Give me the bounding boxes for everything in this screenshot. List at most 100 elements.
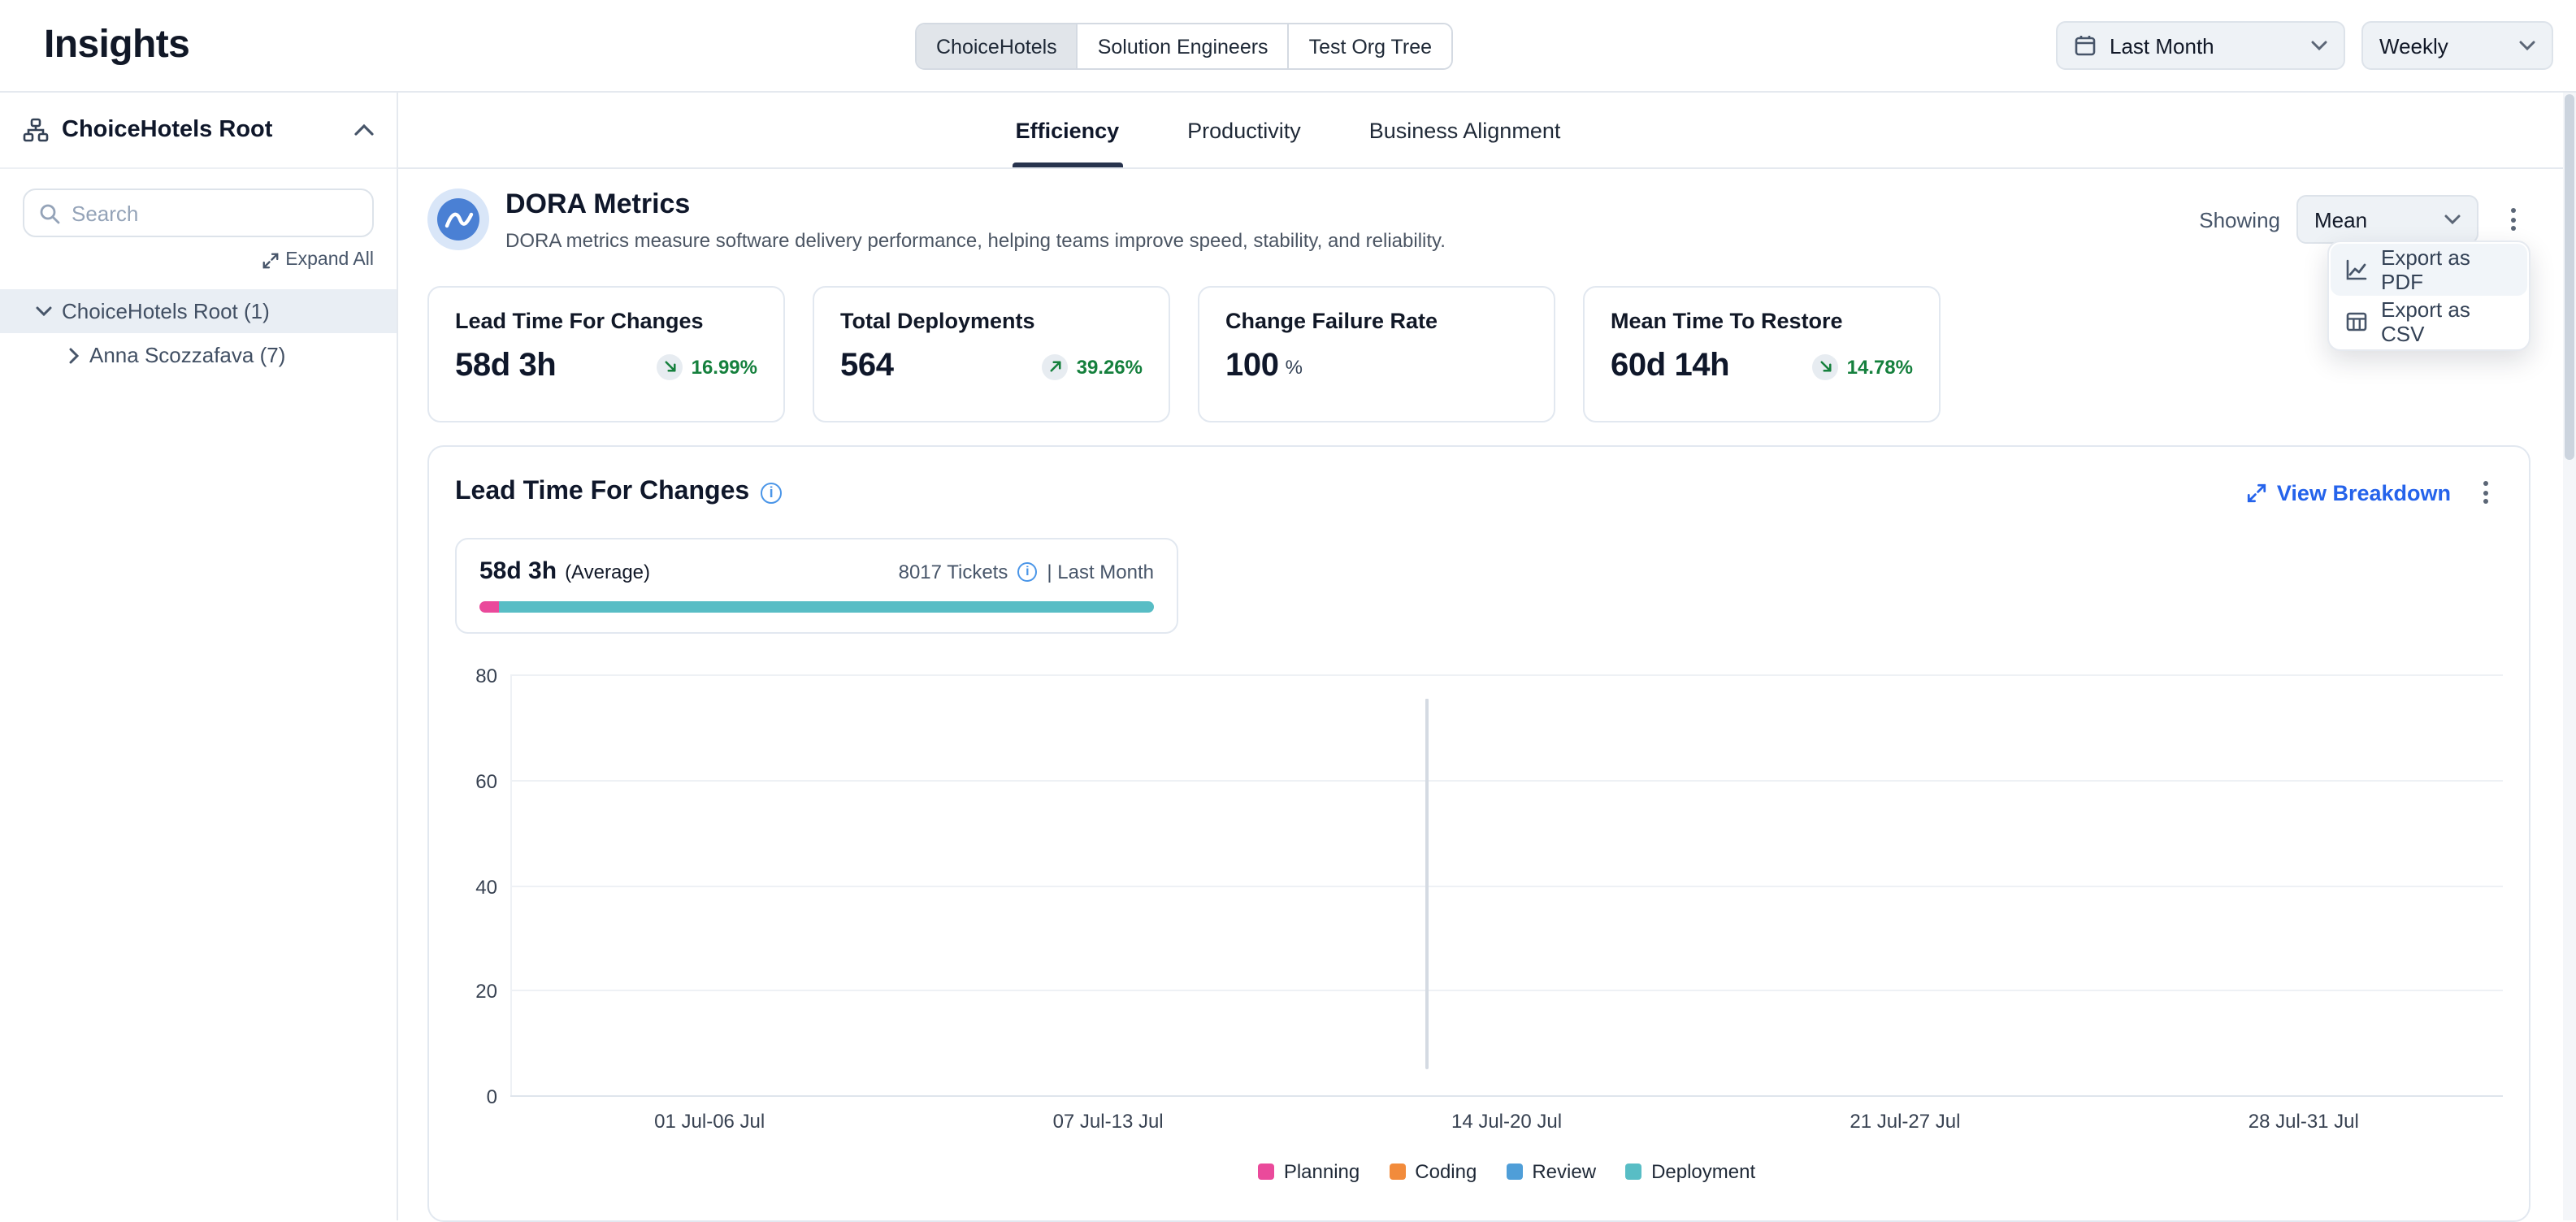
metric-card-title: Total Deployments (840, 309, 1143, 333)
tab-efficiency[interactable]: Efficiency (1013, 93, 1123, 167)
metric-cards-row: Lead Time For Changes 58d 3h 16.99% Tota… (427, 286, 2530, 422)
org-tree-icon (23, 117, 49, 143)
legend-swatch (1506, 1164, 1522, 1180)
scrollbar-track[interactable] (2563, 93, 2576, 1220)
y-tick-label: 0 (455, 1086, 497, 1108)
metric-card-title: Lead Time For Changes (455, 309, 757, 333)
metric-card-unit: % (1286, 355, 1303, 378)
aggregation-select[interactable]: Mean (2296, 195, 2478, 244)
search-input[interactable] (72, 201, 358, 225)
chart-menu-button[interactable] (2467, 470, 2503, 515)
legend-swatch (1389, 1164, 1405, 1180)
chart-card-title: Lead Time For Changes (455, 478, 749, 507)
org-tree: ChoiceHotels Root (1) Anna Scozzafava (7… (0, 289, 397, 377)
tree-item-label: Anna Scozzafava (7) (89, 343, 285, 367)
menu-item-export-pdf[interactable]: Export as PDF (2331, 244, 2527, 296)
tab-productivity[interactable]: Productivity (1184, 93, 1304, 167)
legend-item-review[interactable]: Review (1506, 1160, 1596, 1183)
calendar-icon (2074, 34, 2097, 57)
showing-label: Showing (2199, 207, 2280, 232)
legend-item-deployment[interactable]: Deployment (1625, 1160, 1755, 1183)
dora-titles: DORA Metrics DORA metrics measure softwa… (505, 188, 1446, 252)
x-tick-label: 01 Jul-06 Jul (510, 1110, 909, 1133)
metric-card-mean-time-to-restore[interactable]: Mean Time To Restore 60d 14h 14.78% (1583, 286, 1941, 422)
bar-column (1706, 676, 2104, 1097)
period-select[interactable]: Last Month (2056, 21, 2345, 70)
metric-card-value: 60d 14h (1611, 348, 1729, 385)
org-tab-choicehotels[interactable]: ChoiceHotels (917, 24, 1077, 68)
view-breakdown-label: View Breakdown (2277, 480, 2451, 505)
metric-card-total-deployments[interactable]: Total Deployments 564 39.26% (813, 286, 1170, 422)
x-tick-label: 21 Jul-27 Jul (1706, 1110, 2104, 1133)
bar-segment-deployment[interactable] (1425, 699, 1429, 864)
chart-line-icon (2345, 258, 2368, 281)
aggregation-select-value: Mean (2314, 207, 2431, 232)
leadtime-progress (479, 601, 1154, 613)
y-tick-label: 60 (455, 770, 497, 793)
metric-delta-value: 39.26% (1077, 355, 1143, 378)
chevron-down-icon (2444, 214, 2461, 224)
expand-icon (261, 251, 279, 269)
lead-time-summary: 58d 3h (Average) 8017 Tickets | Last Mon… (455, 538, 1178, 634)
sidebar-search (23, 188, 374, 237)
y-tick-label: 40 (455, 875, 497, 898)
metric-card-title: Change Failure Rate (1225, 309, 1528, 333)
period-select-value: Last Month (2110, 33, 2298, 58)
metric-card-title: Mean Time To Restore (1611, 309, 1913, 333)
org-tab-solution-engineers[interactable]: Solution Engineers (1077, 24, 1288, 68)
bar-column (510, 676, 909, 1097)
metric-card-change-failure-rate[interactable]: Change Failure Rate 100 % (1198, 286, 1555, 422)
sidebar-item-anna-scozzafava[interactable]: Anna Scozzafava (7) (0, 333, 397, 377)
chart-xlabels: 01 Jul-06 Jul07 Jul-13 Jul14 Jul-20 Jul2… (510, 1110, 2503, 1133)
bar-column (909, 676, 1307, 1097)
menu-item-label: Export as PDF (2381, 245, 2513, 294)
view-breakdown-button[interactable]: View Breakdown (2246, 480, 2451, 505)
granularity-select-value: Weekly (2379, 33, 2506, 58)
main-content: DORA Metrics DORA metrics measure softwa… (398, 169, 2576, 1222)
chevron-down-icon (2519, 41, 2535, 50)
dora-title: DORA Metrics (505, 188, 1446, 221)
export-menu: Export as PDF Export as CSV (2327, 240, 2530, 351)
chevron-down-icon[interactable] (36, 306, 52, 317)
legend-item-planning[interactable]: Planning (1258, 1160, 1360, 1183)
org-tab-test-org-tree[interactable]: Test Org Tree (1288, 24, 1451, 68)
scrollbar-thumb[interactable] (2565, 94, 2574, 460)
legend-swatch (1625, 1164, 1641, 1180)
org-tab-group: ChoiceHotels Solution Engineers Test Org… (915, 23, 1453, 70)
table-icon (2345, 310, 2368, 333)
dora-menu-button[interactable] (2495, 197, 2530, 242)
summary-period: | Last Month (1047, 560, 1154, 583)
legend-label: Deployment (1651, 1160, 1755, 1183)
metric-card-value: 100 (1225, 348, 1279, 385)
lead-time-chart-card: Lead Time For Changes View Breakdown (427, 445, 2530, 1222)
info-icon[interactable] (761, 482, 782, 503)
menu-item-export-csv[interactable]: Export as CSV (2331, 296, 2527, 348)
y-tick-label: 80 (455, 665, 497, 687)
sidebar-item-choicehotels-root[interactable]: ChoiceHotels Root (1) (0, 289, 397, 333)
collapse-sidebar-icon[interactable] (354, 124, 374, 136)
summary-qualifier: (Average) (565, 560, 650, 583)
search-icon (39, 202, 60, 223)
legend-label: Planning (1284, 1160, 1360, 1183)
tickets-count: 8017 Tickets (899, 560, 1008, 583)
dora-description: DORA metrics measure software delivery p… (505, 229, 1446, 252)
dora-header: DORA Metrics DORA metrics measure softwa… (427, 188, 2530, 252)
granularity-select[interactable]: Weekly (2361, 21, 2553, 70)
legend-swatch (1258, 1164, 1274, 1180)
progress-segment-planning (479, 601, 500, 613)
metric-card-lead-time[interactable]: Lead Time For Changes 58d 3h 16.99% (427, 286, 785, 422)
expand-all-button[interactable]: Expand All (0, 250, 374, 270)
chart: 020406080 01 Jul-06 Jul07 Jul-13 Jul14 J… (455, 676, 2503, 1183)
metric-delta-value: 14.78% (1847, 355, 1913, 378)
info-icon[interactable] (1017, 561, 1037, 581)
legend-item-coding[interactable]: Coding (1389, 1160, 1477, 1183)
tab-business-alignment[interactable]: Business Alignment (1366, 93, 1564, 167)
metric-card-value: 58d 3h (455, 348, 556, 385)
arrow-down-right-icon (657, 353, 683, 379)
chevron-down-icon (2311, 41, 2327, 50)
tree-item-label: ChoiceHotels Root (1) (62, 299, 270, 323)
chevron-right-icon[interactable] (68, 347, 80, 363)
sidebar-root-label: ChoiceHotels Root (62, 117, 272, 143)
sidebar-header: ChoiceHotels Root (0, 93, 397, 169)
progress-segment-deployment (500, 601, 1154, 613)
